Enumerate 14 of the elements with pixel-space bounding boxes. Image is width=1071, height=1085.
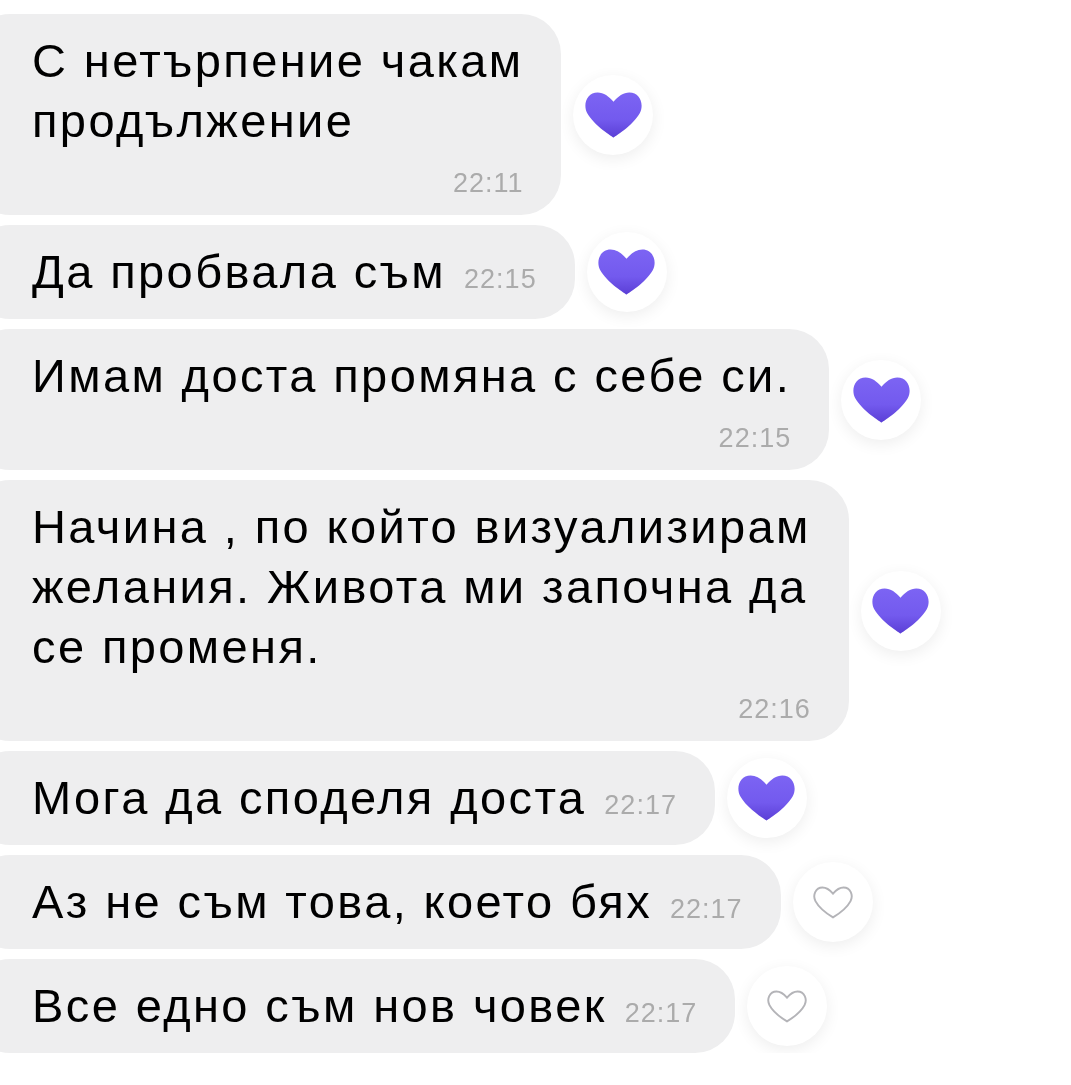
- message-time: 22:17: [624, 998, 698, 1029]
- message-text: Все едно съм нов човек: [32, 978, 607, 1034]
- message-text: Имам доста промяна с себе си.: [32, 348, 792, 404]
- message-time: 22:16: [738, 693, 811, 726]
- message-time: 22:11: [452, 167, 524, 200]
- message-time: 22:17: [670, 894, 743, 925]
- message-time: 22:17: [604, 790, 677, 821]
- message-text: Да пробвала съм: [32, 244, 447, 300]
- message-time: 22:15: [718, 422, 792, 455]
- message-text: Аз не съм това, което бях: [32, 874, 653, 930]
- message-text: Начина , по който визуализирам желания. Живота ми започна да се променя.: [32, 499, 811, 675]
- message-text: С нетърпение чакам продължение: [32, 33, 524, 149]
- message-text: Мога да споделя доста: [32, 770, 587, 826]
- message-time: 22:15: [464, 264, 537, 295]
